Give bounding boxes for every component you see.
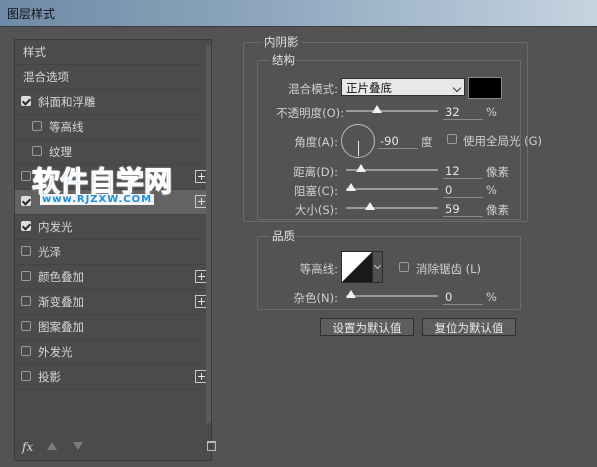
style-list-item[interactable]: 等高线 xyxy=(15,115,211,140)
opacity-label: 不透明度(O): xyxy=(276,106,344,120)
style-checkbox[interactable] xyxy=(21,346,31,356)
choke-slider[interactable] xyxy=(346,183,438,191)
style-list-item[interactable]: 投影 xyxy=(15,365,211,390)
style-label: 内发光 xyxy=(38,220,73,234)
style-label: 外发光 xyxy=(38,345,73,359)
opacity-slider[interactable] xyxy=(346,105,438,113)
style-label: 斜面和浮雕 xyxy=(38,95,96,109)
distance-slider-thumb[interactable] xyxy=(355,164,366,172)
style-checkbox[interactable] xyxy=(21,271,31,281)
global-light-label: 使用全局光 (G) xyxy=(463,134,543,148)
opacity-unit: % xyxy=(486,105,497,119)
antialias-label: 消除锯齿 (L) xyxy=(416,262,482,276)
contour-label: 等高线: xyxy=(299,262,338,276)
size-slider[interactable] xyxy=(346,202,438,210)
distance-input[interactable]: 12 xyxy=(443,163,483,179)
blend-mode-select[interactable]: 正片叠底 xyxy=(341,78,465,96)
style-list-item[interactable]: 斜面和浮雕 xyxy=(15,90,211,115)
angle-input[interactable]: -90 xyxy=(378,133,418,149)
style-label: 等高线 xyxy=(49,120,84,134)
structure-title: 结构 xyxy=(270,52,297,68)
distance-label: 距离(D): xyxy=(293,165,338,179)
watermark-url: www.RJZXW.COM xyxy=(40,194,155,205)
angle-unit: 度 xyxy=(421,135,433,149)
noise-slider-thumb[interactable] xyxy=(346,290,356,298)
choke-label: 阻塞(C): xyxy=(294,184,338,198)
contour-curve-icon xyxy=(342,252,372,282)
style-checkbox[interactable] xyxy=(21,246,31,256)
fx-icon[interactable]: fx xyxy=(22,440,33,454)
contour-preview[interactable] xyxy=(341,251,373,283)
style-list-item[interactable]: 样式 xyxy=(15,40,211,65)
style-list-panel: 样式 混合选项 斜面和浮雕 等高线 纹理 内发光 光泽 颜色叠加 渐变叠加 图案叠加 外发光 投影 f… xyxy=(14,39,216,461)
style-checkbox[interactable] xyxy=(32,146,42,156)
angle-needle xyxy=(358,141,359,156)
angle-label: 角度(A): xyxy=(294,135,338,149)
reset-default-button[interactable]: 复位为默认值 xyxy=(422,318,516,336)
style-checkbox[interactable] xyxy=(21,196,31,206)
size-input[interactable]: 59 xyxy=(443,201,483,217)
style-list-item[interactable]: 颜色叠加 xyxy=(15,265,211,290)
style-list-toolbar: fx xyxy=(15,436,216,460)
move-down-icon[interactable] xyxy=(73,442,83,450)
chevron-down-icon xyxy=(373,261,382,270)
style-list-item[interactable]: 图案叠加 xyxy=(15,315,211,340)
choke-input[interactable]: 0 xyxy=(443,182,483,198)
style-checkbox[interactable] xyxy=(21,96,31,106)
angle-dial[interactable] xyxy=(341,124,375,158)
style-list: 样式 混合选项 斜面和浮雕 等高线 纹理 内发光 光泽 颜色叠加 渐变叠加 图案叠加 外发光 投影 xyxy=(15,40,211,390)
noise-label: 杂色(N): xyxy=(293,291,338,305)
chevron-down-icon xyxy=(452,83,462,93)
style-label: 样式 xyxy=(23,45,46,59)
contour-dropdown[interactable] xyxy=(373,251,383,283)
quality-title: 品质 xyxy=(270,228,297,244)
style-list-item[interactable]: 光泽 xyxy=(15,240,211,265)
style-label: 图案叠加 xyxy=(38,320,84,334)
choke-unit: % xyxy=(486,183,497,197)
style-list-item[interactable]: 内发光 xyxy=(15,215,211,240)
set-default-button[interactable]: 设置为默认值 xyxy=(320,318,414,336)
size-unit: 像素 xyxy=(486,203,509,217)
size-slider-thumb[interactable] xyxy=(365,202,376,210)
blend-mode-value: 正片叠底 xyxy=(346,81,392,95)
style-checkbox[interactable] xyxy=(32,121,42,131)
style-label: 光泽 xyxy=(38,245,61,259)
antialias-checkbox[interactable] xyxy=(399,262,409,272)
global-light-checkbox[interactable] xyxy=(447,134,457,144)
shadow-color-swatch[interactable] xyxy=(468,77,502,99)
blend-mode-label: 混合模式: xyxy=(288,82,338,96)
style-list-item[interactable]: 外发光 xyxy=(15,340,211,365)
style-label: 渐变叠加 xyxy=(38,295,84,309)
style-list-scrollbar[interactable] xyxy=(206,45,211,423)
noise-unit: % xyxy=(486,290,497,304)
window-title: 图层样式 xyxy=(7,7,56,21)
distance-slider[interactable] xyxy=(346,164,438,172)
watermark: 软件自学网 www.RJZXW.COM xyxy=(32,160,182,205)
inner-shadow-title: 内阴影 xyxy=(262,34,301,50)
style-list-item[interactable]: 混合选项 xyxy=(15,65,211,90)
delete-icon[interactable] xyxy=(207,441,216,451)
choke-slider-thumb[interactable] xyxy=(346,183,356,191)
style-label: 投影 xyxy=(38,370,61,384)
style-checkbox[interactable] xyxy=(21,221,31,231)
style-checkbox[interactable] xyxy=(21,321,31,331)
style-label: 混合选项 xyxy=(23,70,69,84)
style-checkbox[interactable] xyxy=(21,171,31,181)
move-up-icon[interactable] xyxy=(47,442,57,450)
opacity-input[interactable]: 32 xyxy=(443,104,483,120)
distance-unit: 像素 xyxy=(486,165,509,179)
opacity-slider-thumb[interactable] xyxy=(372,105,383,113)
noise-input[interactable]: 0 xyxy=(443,289,483,305)
title-bar: 图层样式 xyxy=(0,0,597,26)
style-label: 颜色叠加 xyxy=(38,270,84,284)
style-list-item[interactable]: 渐变叠加 xyxy=(15,290,211,315)
style-checkbox[interactable] xyxy=(21,371,31,381)
size-label: 大小(S): xyxy=(294,203,338,217)
noise-slider[interactable] xyxy=(346,290,438,298)
style-checkbox[interactable] xyxy=(21,296,31,306)
